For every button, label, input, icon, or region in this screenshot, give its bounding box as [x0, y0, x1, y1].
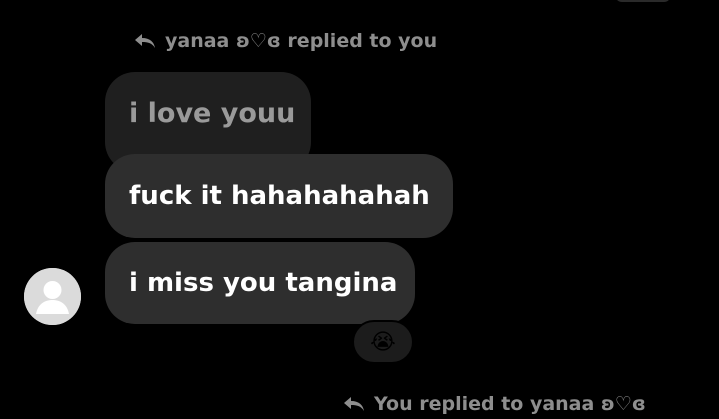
message-text: fuck it hahahahahah	[129, 181, 430, 211]
message-text: i miss you tangina	[129, 268, 398, 298]
bottom-reply-header-text: You replied to yanaa ʚ♡ɞ	[374, 393, 646, 415]
sender-avatar[interactable]	[24, 268, 81, 325]
reply-header-text: yanaa ʚ♡ɞ replied to you	[165, 30, 438, 52]
message-bubble[interactable]: fuck it hahahahahah	[105, 154, 453, 238]
previous-message-bubble	[615, 0, 671, 2]
message-reaction[interactable]: 😭	[352, 320, 414, 364]
crying-face-emoji: 😭	[370, 329, 396, 355]
reply-header: yanaa ʚ♡ɞ replied to you	[133, 30, 437, 52]
bottom-reply-header: You replied to yanaa ʚ♡ɞ	[342, 393, 646, 415]
message-bubble[interactable]: i miss you tangina	[105, 242, 415, 324]
reply-arrow-icon	[342, 394, 366, 414]
quoted-message-text: i love youu	[129, 98, 296, 129]
default-avatar-icon	[24, 268, 81, 325]
reply-arrow-icon	[133, 31, 157, 51]
